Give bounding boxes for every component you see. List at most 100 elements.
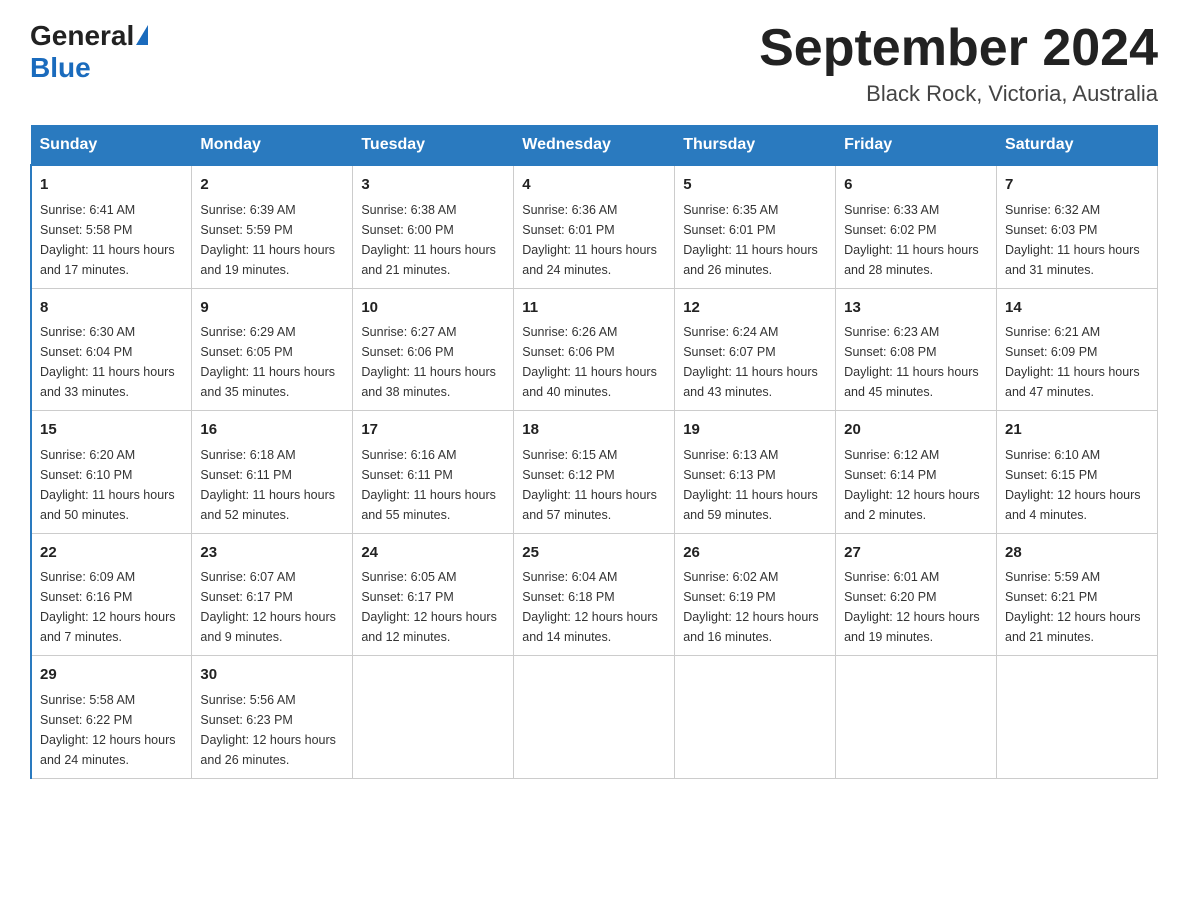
day-info: Sunrise: 6:41 AMSunset: 5:58 PMDaylight:…: [40, 200, 183, 280]
day-info: Sunrise: 6:32 AMSunset: 6:03 PMDaylight:…: [1005, 200, 1149, 280]
day-info: Sunrise: 6:20 AMSunset: 6:10 PMDaylight:…: [40, 445, 183, 525]
day-number: 16: [200, 419, 344, 442]
day-info: Sunrise: 5:59 AMSunset: 6:21 PMDaylight:…: [1005, 567, 1149, 647]
day-number: 6: [844, 174, 988, 197]
day-number: 23: [200, 542, 344, 565]
calendar-cell: 28Sunrise: 5:59 AMSunset: 6:21 PMDayligh…: [997, 533, 1158, 656]
calendar-cell: [997, 656, 1158, 779]
calendar-week-row: 22Sunrise: 6:09 AMSunset: 6:16 PMDayligh…: [31, 533, 1158, 656]
calendar-cell: 24Sunrise: 6:05 AMSunset: 6:17 PMDayligh…: [353, 533, 514, 656]
day-number: 19: [683, 419, 827, 442]
calendar-subtitle: Black Rock, Victoria, Australia: [759, 81, 1158, 107]
calendar-cell: 29Sunrise: 5:58 AMSunset: 6:22 PMDayligh…: [31, 656, 192, 779]
day-number: 4: [522, 174, 666, 197]
day-info: Sunrise: 6:01 AMSunset: 6:20 PMDaylight:…: [844, 567, 988, 647]
day-info: Sunrise: 6:35 AMSunset: 6:01 PMDaylight:…: [683, 200, 827, 280]
day-info: Sunrise: 6:02 AMSunset: 6:19 PMDaylight:…: [683, 567, 827, 647]
logo-triangle-icon: [136, 25, 148, 45]
day-number: 12: [683, 297, 827, 320]
day-number: 2: [200, 174, 344, 197]
day-number: 30: [200, 664, 344, 687]
day-number: 11: [522, 297, 666, 320]
logo: General Blue: [30, 20, 148, 84]
calendar-cell: 1 Sunrise: 6:41 AMSunset: 5:58 PMDaylight…: [31, 165, 192, 288]
calendar-cell: 6 Sunrise: 6:33 AMSunset: 6:02 PMDaylight…: [836, 165, 997, 288]
calendar-table: SundayMondayTuesdayWednesdayThursdayFrid…: [30, 125, 1158, 779]
calendar-cell: [514, 656, 675, 779]
day-info: Sunrise: 6:26 AMSunset: 6:06 PMDaylight:…: [522, 322, 666, 402]
calendar-cell: 3 Sunrise: 6:38 AMSunset: 6:00 PMDaylight…: [353, 165, 514, 288]
day-number: 27: [844, 542, 988, 565]
calendar-cell: 20Sunrise: 6:12 AMSunset: 6:14 PMDayligh…: [836, 411, 997, 534]
calendar-week-row: 8Sunrise: 6:30 AMSunset: 6:04 PMDaylight…: [31, 288, 1158, 411]
calendar-cell: 12Sunrise: 6:24 AMSunset: 6:07 PMDayligh…: [675, 288, 836, 411]
day-info: Sunrise: 6:33 AMSunset: 6:02 PMDaylight:…: [844, 200, 988, 280]
calendar-cell: 21 Sunrise: 6:10 AMSunset: 6:15 PMDayligh…: [997, 411, 1158, 534]
calendar-cell: 26Sunrise: 6:02 AMSunset: 6:19 PMDayligh…: [675, 533, 836, 656]
day-number: 9: [200, 297, 344, 320]
day-number: 5: [683, 174, 827, 197]
calendar-cell: 19 Sunrise: 6:13 AMSunset: 6:13 PMDayligh…: [675, 411, 836, 534]
day-number: 18: [522, 419, 666, 442]
day-number: 24: [361, 542, 505, 565]
calendar-week-row: 15 Sunrise: 6:20 AMSunset: 6:10 PMDayligh…: [31, 411, 1158, 534]
header-friday: Friday: [836, 126, 997, 166]
logo-blue-text: Blue: [30, 52, 91, 83]
calendar-cell: 11Sunrise: 6:26 AMSunset: 6:06 PMDayligh…: [514, 288, 675, 411]
title-section: September 2024 Black Rock, Victoria, Aus…: [759, 20, 1158, 107]
header-monday: Monday: [192, 126, 353, 166]
day-info: Sunrise: 6:27 AMSunset: 6:06 PMDaylight:…: [361, 322, 505, 402]
calendar-cell: 2 Sunrise: 6:39 AMSunset: 5:59 PMDaylight…: [192, 165, 353, 288]
day-info: Sunrise: 6:24 AMSunset: 6:07 PMDaylight:…: [683, 322, 827, 402]
day-info: Sunrise: 6:13 AMSunset: 6:13 PMDaylight:…: [683, 445, 827, 525]
header-saturday: Saturday: [997, 126, 1158, 166]
header-thursday: Thursday: [675, 126, 836, 166]
calendar-cell: 27Sunrise: 6:01 AMSunset: 6:20 PMDayligh…: [836, 533, 997, 656]
day-info: Sunrise: 6:36 AMSunset: 6:01 PMDaylight:…: [522, 200, 666, 280]
calendar-week-row: 29Sunrise: 5:58 AMSunset: 6:22 PMDayligh…: [31, 656, 1158, 779]
calendar-cell: 17 Sunrise: 6:16 AMSunset: 6:11 PMDayligh…: [353, 411, 514, 534]
day-info: Sunrise: 6:39 AMSunset: 5:59 PMDaylight:…: [200, 200, 344, 280]
day-number: 10: [361, 297, 505, 320]
day-number: 14: [1005, 297, 1149, 320]
calendar-cell: 4 Sunrise: 6:36 AMSunset: 6:01 PMDaylight…: [514, 165, 675, 288]
calendar-cell: 23Sunrise: 6:07 AMSunset: 6:17 PMDayligh…: [192, 533, 353, 656]
day-info: Sunrise: 6:38 AMSunset: 6:00 PMDaylight:…: [361, 200, 505, 280]
day-number: 7: [1005, 174, 1149, 197]
day-number: 17: [361, 419, 505, 442]
calendar-cell: 16 Sunrise: 6:18 AMSunset: 6:11 PMDayligh…: [192, 411, 353, 534]
calendar-cell: 13Sunrise: 6:23 AMSunset: 6:08 PMDayligh…: [836, 288, 997, 411]
day-number: 15: [40, 419, 183, 442]
calendar-cell: [353, 656, 514, 779]
day-number: 1: [40, 174, 183, 197]
day-number: 26: [683, 542, 827, 565]
day-info: Sunrise: 6:23 AMSunset: 6:08 PMDaylight:…: [844, 322, 988, 402]
calendar-cell: [836, 656, 997, 779]
header-sunday: Sunday: [31, 126, 192, 166]
day-info: Sunrise: 6:07 AMSunset: 6:17 PMDaylight:…: [200, 567, 344, 647]
day-number: 22: [40, 542, 183, 565]
calendar-cell: 15 Sunrise: 6:20 AMSunset: 6:10 PMDayligh…: [31, 411, 192, 534]
day-number: 3: [361, 174, 505, 197]
day-number: 25: [522, 542, 666, 565]
calendar-cell: 8Sunrise: 6:30 AMSunset: 6:04 PMDaylight…: [31, 288, 192, 411]
day-number: 13: [844, 297, 988, 320]
logo-general-text: General: [30, 20, 134, 52]
day-info: Sunrise: 6:10 AMSunset: 6:15 PMDaylight:…: [1005, 445, 1149, 525]
calendar-cell: 30Sunrise: 5:56 AMSunset: 6:23 PMDayligh…: [192, 656, 353, 779]
day-info: Sunrise: 6:12 AMSunset: 6:14 PMDaylight:…: [844, 445, 988, 525]
calendar-week-row: 1 Sunrise: 6:41 AMSunset: 5:58 PMDaylight…: [31, 165, 1158, 288]
day-info: Sunrise: 6:16 AMSunset: 6:11 PMDaylight:…: [361, 445, 505, 525]
day-info: Sunrise: 6:30 AMSunset: 6:04 PMDaylight:…: [40, 322, 183, 402]
calendar-cell: [675, 656, 836, 779]
calendar-cell: 5 Sunrise: 6:35 AMSunset: 6:01 PMDaylight…: [675, 165, 836, 288]
calendar-cell: 9Sunrise: 6:29 AMSunset: 6:05 PMDaylight…: [192, 288, 353, 411]
page-header: General Blue September 2024 Black Rock, …: [30, 20, 1158, 107]
day-info: Sunrise: 6:29 AMSunset: 6:05 PMDaylight:…: [200, 322, 344, 402]
day-number: 8: [40, 297, 183, 320]
day-info: Sunrise: 6:15 AMSunset: 6:12 PMDaylight:…: [522, 445, 666, 525]
day-info: Sunrise: 5:58 AMSunset: 6:22 PMDaylight:…: [40, 690, 183, 770]
calendar-cell: 25Sunrise: 6:04 AMSunset: 6:18 PMDayligh…: [514, 533, 675, 656]
day-info: Sunrise: 6:18 AMSunset: 6:11 PMDaylight:…: [200, 445, 344, 525]
day-number: 21: [1005, 419, 1149, 442]
